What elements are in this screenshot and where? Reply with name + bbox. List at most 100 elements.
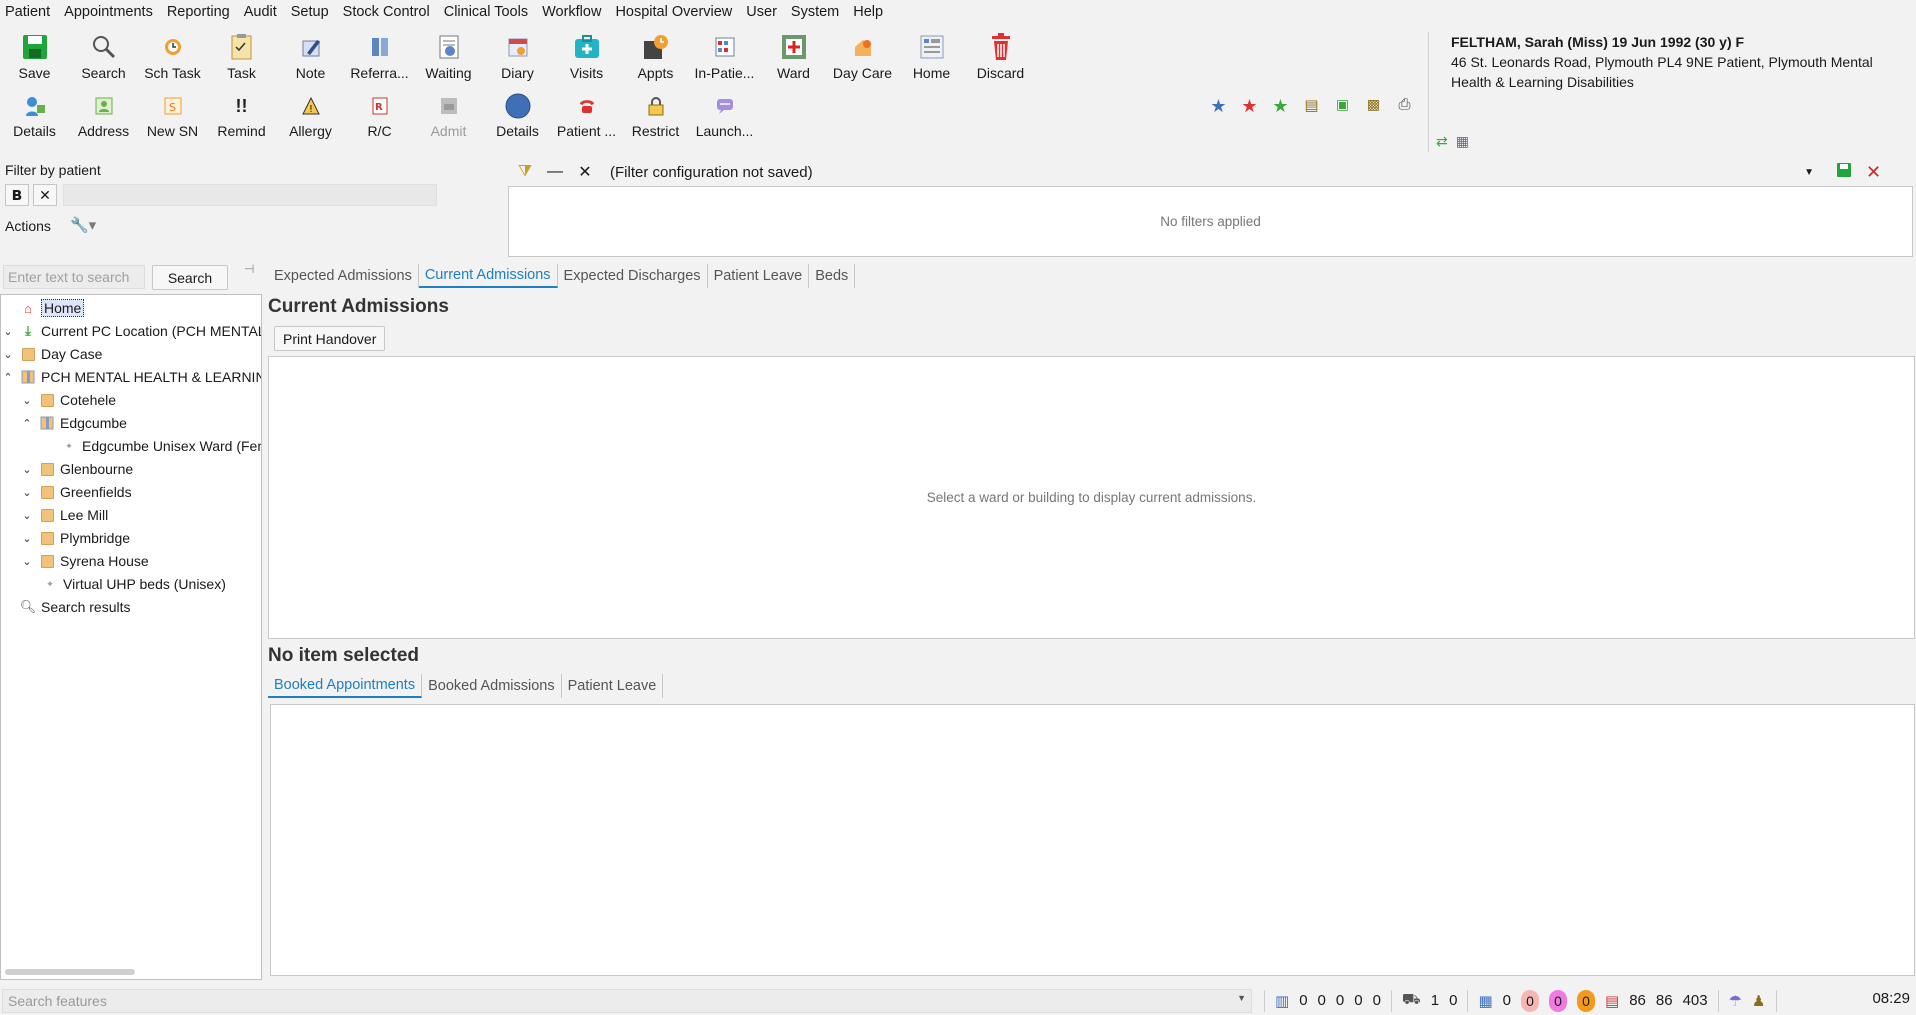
copy-icon[interactable]: ▣ — [1332, 96, 1353, 117]
tree-item-edgcumbe[interactable]: ⌃ Edgcumbe — [20, 412, 127, 434]
rc-button[interactable]: R R/C — [345, 93, 414, 139]
chevron-down-icon[interactable]: ⌄ — [20, 555, 34, 568]
chevron-down-icon[interactable]: ⌄ — [20, 463, 34, 476]
chevron-up-icon[interactable]: ⌃ — [1, 371, 15, 384]
inpatient-button[interactable]: In-Patie... — [690, 32, 759, 81]
tree-item-pch[interactable]: ⌃ PCH MENTAL HEALTH & LEARNING DISABILIT… — [1, 366, 261, 388]
tree-item-glenbourne[interactable]: ⌄ Glenbourne — [20, 458, 133, 480]
chevron-up-icon[interactable]: ⌃ — [20, 417, 34, 430]
tree-item-cotehele[interactable]: ⌄ Cotehele — [20, 389, 116, 411]
tree-item-greenfields[interactable]: ⌄ Greenfields — [20, 481, 131, 503]
patient-contact-button[interactable]: Patient ... — [552, 93, 621, 139]
tab-detail-patient-leave[interactable]: Patient Leave — [562, 674, 664, 698]
status-badge[interactable]: 0 — [1549, 989, 1567, 1012]
tree-item-search-results[interactable]: 🔍︎ Search results — [15, 596, 131, 618]
patient-lookup-button[interactable]: 𝗕 — [5, 184, 29, 206]
print-icon[interactable]: ⎙ — [1394, 96, 1415, 117]
referral-button[interactable]: Referra... — [345, 32, 414, 81]
details-button[interactable]: Details — [483, 93, 552, 139]
menu-help[interactable]: Help — [853, 4, 883, 20]
save-button[interactable]: Save — [0, 32, 69, 81]
tab-expected-discharges[interactable]: Expected Discharges — [558, 264, 708, 288]
close-filter-icon[interactable]: ✕ — [570, 162, 600, 182]
tree-item-lee-mill[interactable]: ⌄ Lee Mill — [20, 504, 108, 526]
chevron-down-icon[interactable]: ⌄ — [20, 532, 34, 545]
ward-button[interactable]: Ward — [759, 32, 828, 81]
status-count: 0 — [1502, 992, 1511, 1009]
chevron-down-icon[interactable]: ⌄ — [20, 486, 34, 499]
red-star-icon[interactable]: ★ — [1239, 96, 1260, 117]
new-sn-button[interactable]: S New SN — [138, 93, 207, 139]
tree-item-syrena-house[interactable]: ⌄ Syrena House — [20, 550, 148, 572]
search-button[interactable]: Search — [69, 32, 138, 81]
list-icon[interactable]: ▦ — [1456, 133, 1469, 150]
menu-audit[interactable]: Audit — [244, 4, 277, 20]
status-badge[interactable]: 0 — [1521, 989, 1539, 1012]
patient-details-button[interactable]: Details — [0, 93, 69, 139]
collapse-icon[interactable]: — — [540, 163, 570, 181]
print-handover-button[interactable]: Print Handover — [274, 326, 386, 351]
blue-star-icon[interactable]: ★ — [1208, 96, 1229, 117]
chevron-down-icon[interactable]: ⌄ — [20, 509, 34, 522]
appts-button[interactable]: Appts — [621, 32, 690, 81]
green-star-icon[interactable]: ★ — [1270, 96, 1291, 117]
clear-patient-button[interactable]: ✕ — [33, 184, 57, 206]
pin-icon[interactable]: ⊣ — [244, 262, 254, 276]
task-button[interactable]: Task — [207, 32, 276, 81]
chevron-down-icon: ▼ — [1237, 992, 1246, 1003]
visits-button[interactable]: Visits — [552, 32, 621, 81]
status-badge[interactable]: 0 — [1577, 989, 1595, 1012]
address-button[interactable]: Address — [69, 93, 138, 139]
allergy-button[interactable]: ! Allergy — [276, 93, 345, 139]
tree-item-plymbridge[interactable]: ⌄ Plymbridge — [20, 527, 130, 549]
menu-workflow[interactable]: Workflow — [542, 4, 601, 20]
day-care-button[interactable]: Day Care — [828, 32, 897, 81]
tab-booked-admissions[interactable]: Booked Admissions — [422, 674, 562, 698]
launch-button[interactable]: Launch... — [690, 93, 759, 139]
menu-system[interactable]: System — [791, 4, 839, 20]
remind-button[interactable]: !! Remind — [207, 93, 276, 140]
export-icon[interactable]: ▩ — [1363, 96, 1384, 117]
tree-item-virtual-uhp[interactable]: ✦ Virtual UHP beds (Unisex) — [37, 573, 226, 595]
menu-stock-control[interactable]: Stock Control — [343, 4, 430, 20]
filter-config-select[interactable]: (Filter configuration not saved) ▼ — [606, 161, 1822, 183]
save-filter-icon[interactable] — [1836, 162, 1852, 183]
tree-item-current-pc[interactable]: ⌄ ⤓ Current PC Location (PCH MENTAL HEAL… — [1, 320, 261, 342]
menu-appointments[interactable]: Appointments — [64, 4, 153, 20]
sch-task-button[interactable]: Sch Task — [138, 32, 207, 81]
home-button[interactable]: Home — [897, 32, 966, 81]
tree-item-edgcumbe-ward[interactable]: ✦ Edgcumbe Unisex Ward (Female) — [56, 435, 261, 457]
tab-expected-admissions[interactable]: Expected Admissions — [268, 264, 419, 288]
horizontal-scrollbar[interactable] — [5, 969, 135, 975]
chevron-down-icon[interactable]: ⌄ — [20, 394, 34, 407]
menu-clinical-tools[interactable]: Clinical Tools — [444, 4, 528, 20]
menu-setup[interactable]: Setup — [291, 4, 329, 20]
diary-button[interactable]: Diary — [483, 32, 552, 81]
tree-search-input[interactable]: Enter text to search — [3, 265, 145, 289]
document-icon[interactable]: ▤ — [1301, 96, 1322, 117]
tab-patient-leave[interactable]: Patient Leave — [708, 264, 810, 288]
tree-search-button[interactable]: Search — [152, 265, 228, 290]
admit-button[interactable]: Admit — [414, 93, 483, 139]
tree-item-home[interactable]: ⌂ Home — [1, 297, 85, 319]
menu-patient[interactable]: Patient — [5, 4, 50, 20]
chevron-down-icon[interactable]: ⌄ — [1, 348, 15, 361]
tab-booked-appointments[interactable]: Booked Appointments — [268, 674, 423, 698]
actions-wrench-icon[interactable]: 🔧▾ — [70, 216, 96, 234]
refresh-icon[interactable]: ⇄ — [1436, 133, 1448, 150]
chevron-down-icon[interactable]: ⌄ — [1, 325, 15, 338]
patient-filter-field[interactable] — [63, 184, 437, 206]
restrict-button[interactable]: Restrict — [621, 93, 690, 139]
tree-item-day-case[interactable]: ⌄ Day Case — [1, 343, 102, 365]
discard-button[interactable]: Discard — [966, 32, 1035, 81]
tab-current-admissions[interactable]: Current Admissions — [418, 264, 558, 288]
menu-hospital-overview[interactable]: Hospital Overview — [615, 4, 732, 20]
waiting-button[interactable]: Waiting — [414, 32, 483, 81]
tab-beds[interactable]: Beds — [809, 264, 856, 288]
filter-funnel-icon[interactable]: ⧩ — [510, 163, 540, 181]
note-button[interactable]: Note — [276, 32, 345, 81]
menu-reporting[interactable]: Reporting — [167, 4, 230, 20]
feature-search-input[interactable]: Search features ▼ — [2, 988, 1252, 1013]
clear-filter-icon[interactable]: ✕ — [1866, 162, 1881, 183]
menu-user[interactable]: User — [746, 4, 777, 20]
